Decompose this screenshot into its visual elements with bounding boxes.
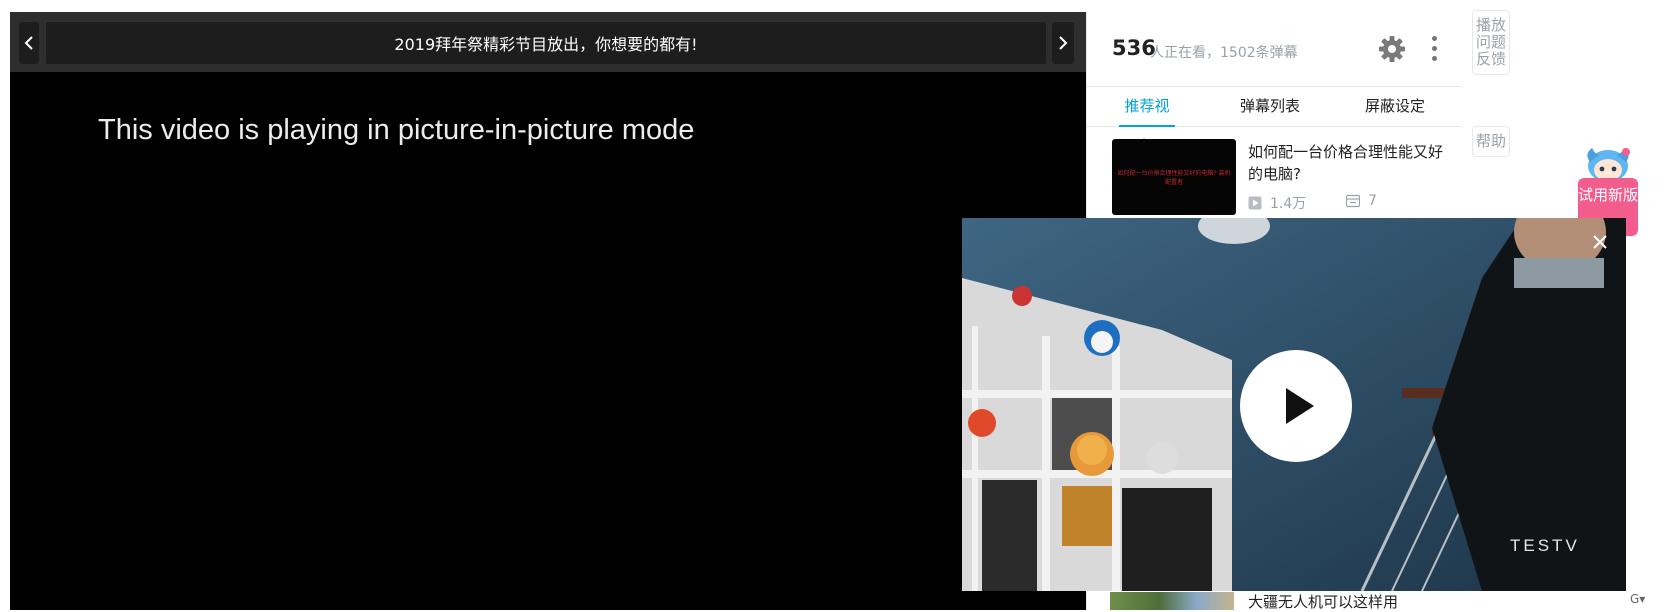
- video-title[interactable]: 大疆无人机可以这样用: [1248, 591, 1398, 612]
- more-options-icon[interactable]: [1429, 36, 1439, 66]
- channel-watermark: TESTV: [1510, 536, 1580, 555]
- announcement-banner: 2019拜年祭精彩节目放出，你想要的都有!: [10, 12, 1086, 72]
- list-item[interactable]: 大疆无人机可以这样用: [1110, 590, 1470, 612]
- video-thumbnail: 如何配一台价格合理性能又好的电脑? 装机配置者: [1112, 139, 1236, 215]
- danmaku-count-value: 7: [1368, 193, 1377, 209]
- danmaku-count: 7: [1346, 193, 1377, 209]
- feedback-button[interactable]: 播放问题反馈: [1472, 10, 1510, 75]
- tab-recommended[interactable]: 推荐视频: [1119, 86, 1175, 155]
- play-count: 1.4万: [1248, 193, 1306, 213]
- chevron-right-icon: [1059, 36, 1068, 50]
- close-icon[interactable]: [1588, 230, 1612, 254]
- chevron-left-icon: [24, 36, 33, 50]
- list-item[interactable]: 如何配一台价格合理性能又好的电脑? 装机配置者 如何配一台价格合理性能又好的电脑…: [1112, 139, 1447, 219]
- banner-text[interactable]: 2019拜年祭精彩节目放出，你想要的都有!: [46, 22, 1046, 64]
- video-title[interactable]: 如何配一台价格合理性能又好的电脑?: [1248, 141, 1448, 185]
- play-icon: [1286, 388, 1314, 424]
- pip-status-message: This video is playing in picture-in-pict…: [98, 114, 695, 146]
- tab-block-settings[interactable]: 屏蔽设定: [1355, 86, 1435, 126]
- gear-icon[interactable]: [1377, 34, 1407, 64]
- video-thumbnail: [1110, 592, 1234, 610]
- play-count-value: 1.4万: [1270, 196, 1307, 212]
- danmaku-count-icon: [1346, 194, 1360, 208]
- viewer-bar: 536 人正在看，1502条弹幕: [1087, 12, 1461, 87]
- pip-window[interactable]: TESTV: [962, 218, 1626, 591]
- help-button[interactable]: 帮助: [1472, 126, 1510, 157]
- extension-icon[interactable]: G▾: [1630, 592, 1662, 610]
- banner-next-button[interactable]: [1052, 22, 1074, 64]
- play-count-icon: [1248, 196, 1262, 210]
- panel-tabs: 推荐视频 弹幕列表 屏蔽设定: [1087, 86, 1461, 155]
- banner-prev-button[interactable]: [19, 22, 39, 64]
- play-button[interactable]: [1240, 350, 1352, 462]
- viewer-text: 人正在看，1502条弹幕: [1150, 45, 1298, 61]
- video-player[interactable]: 2019拜年祭精彩节目放出，你想要的都有! This video is play…: [10, 12, 1086, 610]
- thumbnail-caption: 如何配一台价格合理性能又好的电脑? 装机配置者: [1117, 170, 1231, 186]
- tab-danmaku-list[interactable]: 弹幕列表: [1239, 86, 1301, 126]
